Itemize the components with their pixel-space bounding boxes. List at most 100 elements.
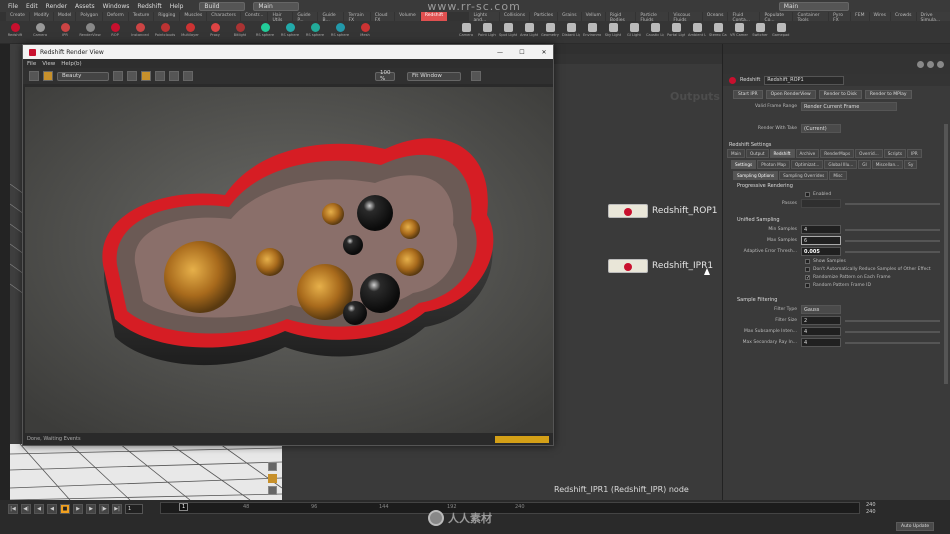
- shelf-right-tab[interactable]: Lights and...: [469, 12, 499, 23]
- shelf-right-tab[interactable]: Collisions: [499, 12, 530, 21]
- randomize-checkbox[interactable]: ✓: [805, 274, 810, 280]
- passes-slider[interactable]: [845, 202, 940, 205]
- next-key-icon[interactable]: |▶: [99, 504, 109, 514]
- step-forward-icon[interactable]: ▶: [86, 504, 96, 514]
- shelf-right-tab[interactable]: Fluid Conta...: [728, 12, 760, 23]
- fit-select[interactable]: Fit Window: [407, 71, 461, 81]
- node-rop-box[interactable]: [608, 204, 648, 218]
- viewport-handle-icon[interactable]: [268, 462, 277, 471]
- shelf-tab[interactable]: Volume: [395, 12, 420, 21]
- green-channel-icon[interactable]: [127, 71, 137, 81]
- check-show-samples[interactable]: Show Samples: [805, 257, 950, 265]
- shelf-tool[interactable]: ROP: [104, 21, 126, 43]
- menu-help[interactable]: Help: [170, 3, 184, 10]
- timeline-ruler[interactable]: 1 48 96 144 192 240: [160, 502, 860, 514]
- light-tool[interactable]: Gamepad Camera: [772, 21, 790, 43]
- zoom-select[interactable]: 100 %: [375, 70, 395, 82]
- valid-frame-select[interactable]: Render Current Frame: [801, 102, 897, 111]
- params-scrollbar[interactable]: [944, 124, 948, 384]
- menu-windows[interactable]: Windows: [103, 3, 130, 10]
- param-tab[interactable]: Output: [746, 149, 769, 158]
- stop-icon[interactable]: ■: [60, 504, 70, 514]
- minimize-icon[interactable]: —: [491, 49, 509, 56]
- param-tab[interactable]: Overrid...: [855, 149, 883, 158]
- param-tab[interactable]: Sampling Overrides: [779, 171, 829, 180]
- shelf-tab[interactable]: Texture: [128, 12, 154, 21]
- shelf-tab[interactable]: Terrain FX: [344, 12, 370, 23]
- shelf-tab[interactable]: Redshift: [420, 12, 448, 21]
- snapshot-icon[interactable]: [29, 71, 39, 81]
- node-name-field[interactable]: Redshift_ROP1: [764, 75, 845, 85]
- frame-field[interactable]: 1: [125, 504, 143, 514]
- node-ipr-box[interactable]: [608, 259, 648, 273]
- shelf-tab[interactable]: Guide P...: [293, 12, 318, 23]
- param-tab[interactable]: Archive: [795, 149, 820, 158]
- first-frame-icon[interactable]: |◀: [8, 504, 18, 514]
- shelf-tab[interactable]: Cloud FX: [370, 12, 395, 23]
- shelf-tool[interactable]: RS sphere: [279, 21, 301, 43]
- adaptive-field[interactable]: 0.005: [801, 247, 841, 256]
- region-icon[interactable]: [155, 71, 165, 81]
- shelf-right-tab[interactable]: Particle Fluids: [636, 12, 669, 23]
- play-icon[interactable]: ▶: [73, 504, 83, 514]
- rv-menu-view[interactable]: View: [42, 61, 55, 67]
- shelf-tab[interactable]: Modify: [29, 12, 53, 21]
- param-tab[interactable]: Global Illu...: [824, 160, 858, 169]
- step-back-icon[interactable]: ◀: [34, 504, 44, 514]
- light-tool[interactable]: Distant Light: [562, 21, 580, 43]
- prev-key-icon[interactable]: ◀|: [21, 504, 31, 514]
- shelf-right-tab[interactable]: Particles: [530, 12, 558, 21]
- shelf-tab[interactable]: Hair Utils: [268, 12, 293, 23]
- check-randomize[interactable]: ✓ Randomize Pattern on Each Frame: [805, 273, 950, 281]
- color-icon[interactable]: [43, 71, 53, 81]
- light-tool[interactable]: Environment Light: [583, 21, 601, 43]
- node-redshift-rop1[interactable]: Redshift_ROP1: [608, 204, 718, 218]
- param-tab[interactable]: Optimizat...: [790, 160, 824, 169]
- param-tab[interactable]: Main: [727, 149, 745, 158]
- open-renderview-button[interactable]: Open RenderView: [765, 90, 816, 99]
- shelf-tab[interactable]: Guide B...: [318, 12, 344, 23]
- gear-icon[interactable]: [917, 60, 924, 68]
- check-random-frame[interactable]: Random Pattern Frame ID: [805, 281, 950, 289]
- render-image[interactable]: [25, 87, 553, 433]
- show-samples-checkbox[interactable]: [805, 258, 810, 264]
- param-tab[interactable]: Sy: [904, 160, 918, 169]
- shelf-tool[interactable]: RenderView: [79, 21, 101, 43]
- shelf-tab[interactable]: Rigging: [154, 12, 180, 21]
- viewport-snap-icon[interactable]: [268, 474, 277, 483]
- light-tool[interactable]: Switcher: [751, 21, 769, 43]
- light-tool[interactable]: Caustic Light: [646, 21, 664, 43]
- enabled-check[interactable]: Enabled: [805, 190, 950, 198]
- param-tab[interactable]: Scripts: [883, 149, 907, 158]
- shelf-tool[interactable]: Camera: [29, 21, 51, 43]
- shelf-tool[interactable]: Redshift: [4, 21, 26, 43]
- last-frame-icon[interactable]: ▶|: [112, 504, 122, 514]
- shelf-right-tab[interactable]: Grains: [558, 12, 581, 21]
- lock-icon[interactable]: [141, 71, 151, 81]
- enabled-checkbox[interactable]: [805, 191, 810, 197]
- take-select[interactable]: (Current): [801, 124, 841, 133]
- desk-combo[interactable]: Main: [253, 1, 300, 11]
- shelf-tab[interactable]: Polygon: [76, 12, 103, 21]
- max-sub-field[interactable]: 4: [801, 327, 841, 336]
- light-tool[interactable]: VR Camera: [730, 21, 748, 43]
- param-tab[interactable]: Sampling Options: [733, 171, 779, 180]
- rv-menu-help[interactable]: Help(b): [61, 61, 81, 67]
- param-tab[interactable]: Misc: [829, 171, 847, 180]
- filter-type-select[interactable]: Gauss: [801, 305, 841, 314]
- param-tab[interactable]: Settings: [731, 160, 757, 169]
- shelf-tool[interactable]: Bitlight: [229, 21, 251, 43]
- light-tool[interactable]: Point Light: [478, 21, 496, 43]
- shelf-tool[interactable]: Multilayer: [179, 21, 201, 43]
- dont-reduce-checkbox[interactable]: [805, 266, 810, 272]
- shelf-tab[interactable]: Constr...: [240, 12, 268, 21]
- shelf-right-tab[interactable]: Oceans: [702, 12, 728, 21]
- light-tool[interactable]: Area Light: [520, 21, 538, 43]
- shelf-tab[interactable]: Model: [53, 12, 76, 21]
- max-sec-field[interactable]: 4: [801, 338, 841, 347]
- light-tool[interactable]: Stereo Camera: [709, 21, 727, 43]
- maximize-icon[interactable]: ☐: [513, 49, 531, 56]
- shelf-right-tab[interactable]: Pyro FX: [829, 12, 851, 23]
- red-channel-icon[interactable]: [113, 71, 123, 81]
- info-icon[interactable]: [937, 60, 944, 68]
